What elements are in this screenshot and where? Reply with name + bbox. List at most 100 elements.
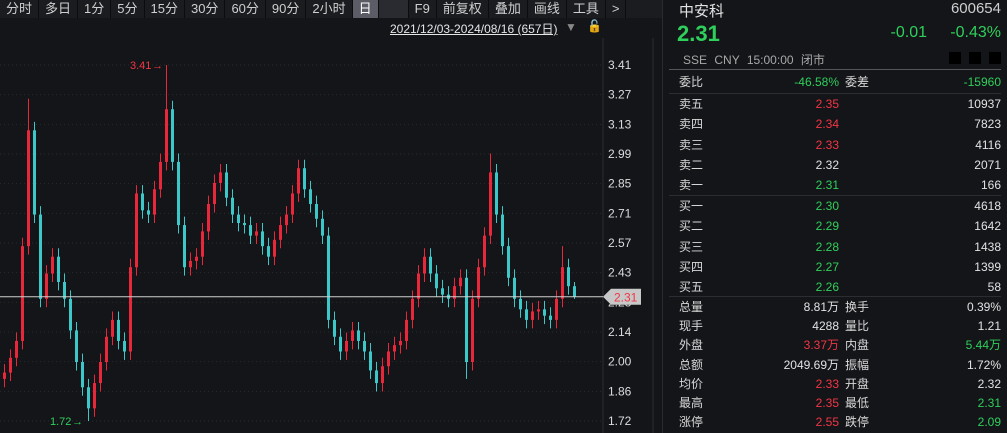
candlestick-chart[interactable]: 3.413.273.132.992.852.712.572.432.282.14… xyxy=(0,38,662,433)
period-tab[interactable]: 多日 xyxy=(39,0,79,18)
candle-body xyxy=(351,330,354,341)
level-price: 2.28 xyxy=(815,239,839,254)
stat-value: 2049.69万 xyxy=(783,357,839,372)
candle-body xyxy=(387,351,390,367)
level-volume: 7823 xyxy=(974,117,1001,132)
level-price: 2.31 xyxy=(815,178,839,193)
stat-label: 振幅 xyxy=(845,357,870,372)
wei-bi-label: 委比 xyxy=(679,75,704,89)
candle-body xyxy=(345,340,348,352)
tool-button[interactable]: F9 xyxy=(409,0,437,18)
period-tab[interactable]: 1分 xyxy=(78,0,112,18)
candle-body xyxy=(567,267,570,287)
candle-body xyxy=(123,340,126,352)
candle-body xyxy=(3,372,6,379)
level-volume: 1438 xyxy=(974,239,1001,254)
y-tick-label: 2.71 xyxy=(608,206,632,220)
max-price-label: 3.41 xyxy=(130,60,151,72)
stat-value: 2.31 xyxy=(977,396,1001,410)
layout-button[interactable] xyxy=(989,52,1001,64)
level-label: 卖二 xyxy=(679,157,704,172)
candle-body xyxy=(291,193,294,215)
y-tick-label: 3.13 xyxy=(608,117,632,131)
candle-body xyxy=(249,225,252,236)
level-label: 买五 xyxy=(679,280,704,295)
wei-cha-value: -15960 xyxy=(963,75,1001,89)
candle-body xyxy=(51,256,54,274)
price-change: -0.01 xyxy=(890,24,927,41)
period-tab[interactable]: 分时 xyxy=(0,0,40,18)
bid-row: 买五 2.26 58 xyxy=(679,277,1001,297)
candle-body xyxy=(441,288,444,295)
layout-button[interactable] xyxy=(969,52,981,64)
tool-button[interactable]: 画线 xyxy=(528,0,567,18)
y-tick-label: 2.85 xyxy=(608,177,632,191)
y-tick-label: 2.43 xyxy=(608,266,632,280)
level-price: 2.35 xyxy=(815,97,839,111)
level-label: 买二 xyxy=(679,219,704,234)
candle-body xyxy=(201,231,204,257)
stat-label: 均价 xyxy=(679,376,704,391)
date-range[interactable]: 2021/12/03-2024/08/16 (657日) xyxy=(390,20,557,37)
tool-button[interactable]: 工具 xyxy=(567,0,606,18)
quote-panel: 中安科 600654 2.31 -0.01 -0.43% SSE CNY 15:… xyxy=(662,0,1007,433)
stat-row: 涨停 2.55 跌停 2.09 xyxy=(679,412,1001,432)
candle-body xyxy=(243,222,246,226)
market-status: 闭市 xyxy=(800,53,825,67)
stat-value: 0.39% xyxy=(966,300,1001,314)
stat-row: 最高 2.35 最低 2.31 xyxy=(679,393,1001,413)
stat-value: 4288 xyxy=(812,319,839,334)
candle-body xyxy=(435,273,438,289)
level-label: 卖一 xyxy=(679,178,704,193)
level-volume: 58 xyxy=(987,280,1001,295)
ask-row: 卖三 2.33 4116 xyxy=(679,135,1001,155)
min-price-label: 1.72 xyxy=(50,416,71,428)
tool-button[interactable]: > xyxy=(606,0,627,18)
candle-body xyxy=(573,286,576,297)
y-tick-label: 2.99 xyxy=(608,147,632,161)
level-label: 卖三 xyxy=(679,137,704,152)
tool-button[interactable]: 叠加 xyxy=(489,0,528,18)
period-tab[interactable]: 2小时 xyxy=(306,0,353,18)
ask-row: 卖二 2.32 2071 xyxy=(679,155,1001,175)
period-tab[interactable]: 60分 xyxy=(225,0,266,18)
period-tab[interactable]: 5分 xyxy=(111,0,145,18)
candle-body xyxy=(513,277,516,299)
stat-label: 现手 xyxy=(679,319,704,334)
tool-button[interactable]: 前复权 xyxy=(437,0,489,18)
candle-body xyxy=(87,387,90,409)
stat-value: 1.21 xyxy=(977,319,1001,334)
candle-body xyxy=(27,130,30,247)
level-volume: 4116 xyxy=(975,137,1001,152)
period-tab[interactable]: 15分 xyxy=(145,0,185,18)
exchange: SSE xyxy=(683,53,708,67)
period-tab[interactable]: 90分 xyxy=(266,0,307,18)
candle-body xyxy=(231,197,234,215)
bid-row: 买四 2.27 1399 xyxy=(679,257,1001,277)
layout-button[interactable] xyxy=(949,52,961,64)
y-tick-label: 1.72 xyxy=(608,414,632,428)
period-tab[interactable]: 30分 xyxy=(185,0,226,18)
dropdown-triangle-icon[interactable]: ▼ xyxy=(565,20,577,34)
candle-body xyxy=(141,193,144,211)
candle-body xyxy=(273,239,276,257)
stat-label: 最高 xyxy=(679,396,704,410)
candle-body xyxy=(531,311,534,320)
candle-body xyxy=(207,204,210,232)
candle-body xyxy=(159,161,162,190)
level-price: 2.26 xyxy=(815,280,839,295)
candle-body xyxy=(357,330,360,341)
last-price: 2.31 xyxy=(677,21,720,46)
candle-body xyxy=(537,309,540,312)
stock-code: 600654 xyxy=(950,0,1001,17)
level-price: 2.33 xyxy=(815,137,839,152)
stat-value: 3.37万 xyxy=(803,338,839,353)
candle-body xyxy=(561,267,564,299)
candle-body xyxy=(495,172,498,215)
candle-body xyxy=(225,172,228,198)
lock-icon[interactable]: 🔓 xyxy=(587,19,602,33)
period-tab[interactable]: 日 xyxy=(352,0,379,18)
candle-body xyxy=(171,109,174,162)
candle-body xyxy=(339,336,342,352)
candle-body xyxy=(489,172,492,236)
